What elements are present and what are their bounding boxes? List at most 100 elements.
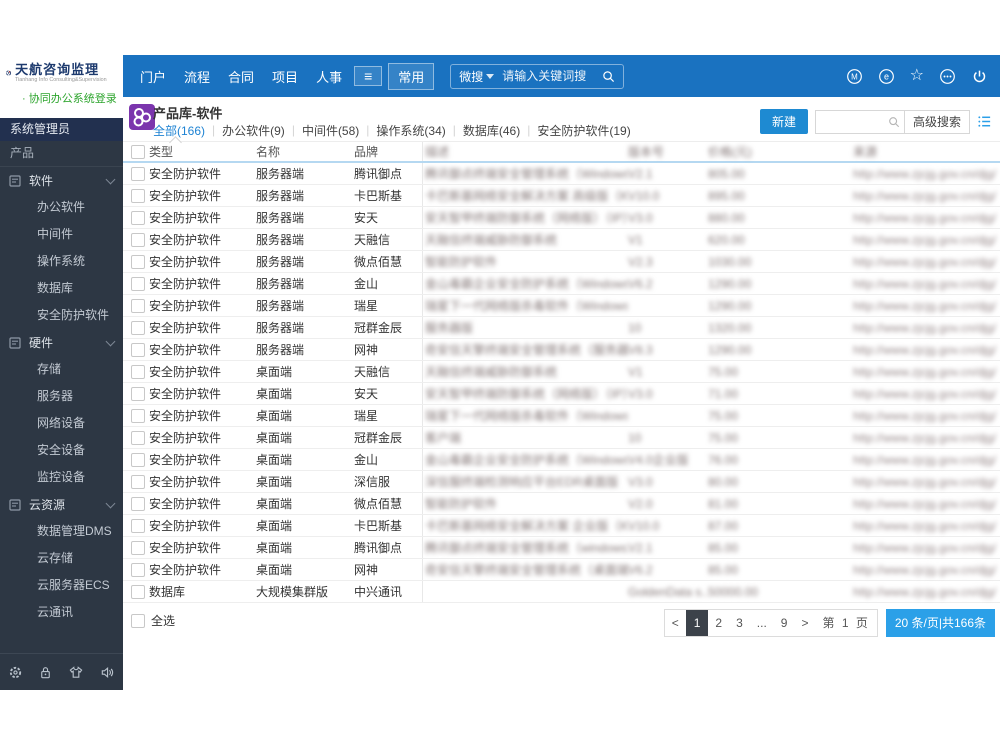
message-circle-icon[interactable]: e: [878, 68, 895, 85]
table-row[interactable]: 安全防护软件 桌面端 网神 奇安信天擎终端安全管理系统（桌面端） V6.2 85.00 ht…: [123, 559, 1000, 581]
gear-icon[interactable]: [8, 665, 23, 680]
pager-page-3[interactable]: 3: [729, 610, 750, 636]
table-row[interactable]: 安全防护软件 服务器端 网神 奇安信天擎终端安全管理系统（服务器端）V8.3 1290.…: [123, 339, 1000, 361]
table-row[interactable]: 安全防护软件 桌面端 安天 安天智甲终端防御系统（网络版）（IP）-桌面端V3.0 71…: [123, 383, 1000, 405]
row-checkbox[interactable]: [131, 232, 145, 247]
more-circle-icon[interactable]: [939, 68, 956, 85]
pager-page-1[interactable]: 1: [685, 610, 709, 636]
row-checkbox[interactable]: [131, 540, 145, 555]
sidebar-item-安全防护软件[interactable]: 安全防护软件: [0, 302, 123, 329]
table-row[interactable]: 安全防护软件 桌面端 卡巴斯基 卡巴斯基网络安全解决方案 企业版（KES4 - KL4…: [123, 515, 1000, 537]
nav-item-5[interactable]: 人事: [316, 67, 342, 86]
row-checkbox[interactable]: [131, 386, 145, 401]
table-row[interactable]: 安全防护软件 桌面端 金山 金山毒霸企业安全防护系统（Windows客户端版）V4.0…: [123, 449, 1000, 471]
table-row[interactable]: 安全防护软件 服务器端 金山 金山毒霸企业安全防护系统（Windows服务器版）V6.…: [123, 273, 1000, 295]
login-link[interactable]: · 协同办公系统登录: [6, 90, 117, 106]
nav-item-4[interactable]: 项目: [272, 67, 298, 86]
row-checkbox[interactable]: [131, 452, 145, 467]
nav-item-2[interactable]: 流程: [184, 67, 210, 86]
table-row[interactable]: 安全防护软件 桌面端 冠群金辰 客户端 10 75.00 http://www.zjcjg.…: [123, 427, 1000, 449]
search-scope-select[interactable]: 微搜: [459, 68, 495, 85]
pager-next-button[interactable]: >: [794, 610, 815, 636]
tab-3[interactable]: 中间件(58): [302, 122, 359, 139]
row-checkbox[interactable]: [131, 254, 145, 269]
cell-brand: 瑞星: [354, 299, 379, 313]
row-checkbox[interactable]: [131, 474, 145, 489]
sidebar-item-安全设备[interactable]: 安全设备: [0, 437, 123, 464]
tab-1[interactable]: 全部(166): [153, 122, 205, 149]
row-checkbox[interactable]: [131, 430, 145, 445]
sidebar-item-数据库[interactable]: 数据库: [0, 275, 123, 302]
header-checkbox[interactable]: [131, 144, 145, 159]
sidebar-section-product[interactable]: 产品: [0, 141, 123, 167]
pager-page-2[interactable]: 2: [708, 610, 729, 636]
tab-5[interactable]: 数据库(46): [463, 122, 520, 139]
row-checkbox[interactable]: [131, 496, 145, 511]
sidebar-item-云存储[interactable]: 云存储: [0, 545, 123, 572]
lock-icon[interactable]: [38, 665, 53, 680]
sidebar-item-网络设备[interactable]: 网络设备: [0, 410, 123, 437]
table-row[interactable]: 安全防护软件 服务器端 微点佰慧 智能防护软件 V2.3 1030.00 http://ww…: [123, 251, 1000, 273]
nav-item-1[interactable]: 门户: [140, 67, 166, 86]
table-row[interactable]: 安全防护软件 桌面端 腾讯御点 腾讯御点终端安全管理系统（windows版）V2.1V…: [123, 537, 1000, 559]
table-row[interactable]: 安全防护软件 桌面端 天融信 天融信终端威胁防御系统 V1 75.00 http://www…: [123, 361, 1000, 383]
table-row[interactable]: 安全防护软件 服务器端 安天 安天智甲终端防御系统（网络版）（IP）-服务器端V3.0…: [123, 207, 1000, 229]
search-icon[interactable]: [602, 70, 615, 83]
select-all-checkbox[interactable]: [131, 613, 145, 628]
list-view-icon[interactable]: [977, 114, 992, 129]
theme-icon[interactable]: [68, 665, 84, 680]
pager-page-9[interactable]: 9: [774, 610, 795, 636]
page-size-button[interactable]: 20 条/页|共166条: [885, 609, 995, 637]
sidebar-item-操作系统[interactable]: 操作系统: [0, 248, 123, 275]
global-search-input[interactable]: [500, 68, 597, 84]
table-row[interactable]: 数据库 大规模集群版 中兴通讯 GoldenData s... 50000.00 http…: [123, 581, 1000, 603]
table-row[interactable]: 安全防护软件 桌面端 瑞星 瑞星下一代网络版杀毒软件（Windows桌面版） 75.00…: [123, 405, 1000, 427]
table-row[interactable]: 安全防护软件 桌面端 微点佰慧 智能防护软件 V2.0 81.00 http://www.z…: [123, 493, 1000, 515]
power-icon[interactable]: [971, 68, 988, 85]
star-icon[interactable]: ☆: [910, 68, 924, 84]
sidebar-item-云服务器ECS[interactable]: 云服务器ECS: [0, 572, 123, 599]
table-row[interactable]: 安全防护软件 服务器端 瑞星 瑞星下一代网络版杀毒软件（Windows服务器版） 129…: [123, 295, 1000, 317]
row-checkbox[interactable]: [131, 562, 145, 577]
row-checkbox[interactable]: [131, 166, 145, 181]
sidebar-item-监控设备[interactable]: 监控设备: [0, 464, 123, 491]
row-checkbox[interactable]: [131, 408, 145, 423]
tab-2[interactable]: 办公软件(9): [222, 122, 285, 139]
table-row[interactable]: 安全防护软件 桌面端 深信服 深信服终端检测响应平台EDR桌面版 V3.0 80.00 ht…: [123, 471, 1000, 493]
nav-pinned-tab[interactable]: 常用: [388, 62, 435, 90]
tab-4[interactable]: 操作系统(34): [376, 122, 445, 139]
pager-page-...[interactable]: ...: [750, 610, 774, 636]
sidebar-group-2[interactable]: 硬件: [0, 329, 123, 356]
row-checkbox[interactable]: [131, 320, 145, 335]
m-circle-icon[interactable]: M: [846, 68, 863, 85]
row-checkbox[interactable]: [131, 298, 145, 313]
row-checkbox[interactable]: [131, 342, 145, 357]
table-row[interactable]: 安全防护软件 服务器端 天融信 天融信终端威胁防御系统 V1 620.00 http://w…: [123, 229, 1000, 251]
sidebar-item-存储[interactable]: 存储: [0, 356, 123, 383]
row-checkbox[interactable]: [131, 210, 145, 225]
sidebar-item-中间件[interactable]: 中间件: [0, 221, 123, 248]
sidebar-item-云通讯[interactable]: 云通讯: [0, 599, 123, 626]
table-search-input[interactable]: [815, 114, 888, 129]
sidebar-group-1[interactable]: 软件: [0, 167, 123, 194]
table-row[interactable]: 安全防护软件 服务器端 冠群金辰 服务器版 10 1320.00 http://www.zj…: [123, 317, 1000, 339]
nav-item-3[interactable]: 合同: [228, 67, 254, 86]
table-row[interactable]: 安全防护软件 服务器端 腾讯御点 腾讯御点终端安全管理系统（Windows版）V2.1…: [123, 163, 1000, 185]
row-checkbox[interactable]: [131, 364, 145, 379]
row-checkbox[interactable]: [131, 276, 145, 291]
sidebar-item-服务器[interactable]: 服务器: [0, 383, 123, 410]
sidebar-item-数据管理DMS[interactable]: 数据管理DMS: [0, 518, 123, 545]
sidebar-item-办公软件[interactable]: 办公软件: [0, 194, 123, 221]
table-row[interactable]: 安全防护软件 服务器端 卡巴斯基 卡巴斯基网络安全解决方案 高级版（KES4、2台起）…: [123, 185, 1000, 207]
row-checkbox[interactable]: [131, 518, 145, 533]
advanced-search-button[interactable]: 高级搜索: [903, 110, 969, 133]
sidebar-group-3[interactable]: 云资源: [0, 491, 123, 518]
row-checkbox[interactable]: [131, 584, 145, 599]
tab-6[interactable]: 安全防护软件(19): [537, 122, 630, 139]
nav-menu-box[interactable]: ≡: [354, 66, 383, 86]
sound-icon[interactable]: [99, 665, 115, 680]
search-icon[interactable]: [888, 116, 900, 128]
new-button[interactable]: 新建: [759, 109, 808, 134]
row-checkbox[interactable]: [131, 188, 145, 203]
pager-prev-button[interactable]: <: [665, 610, 686, 636]
